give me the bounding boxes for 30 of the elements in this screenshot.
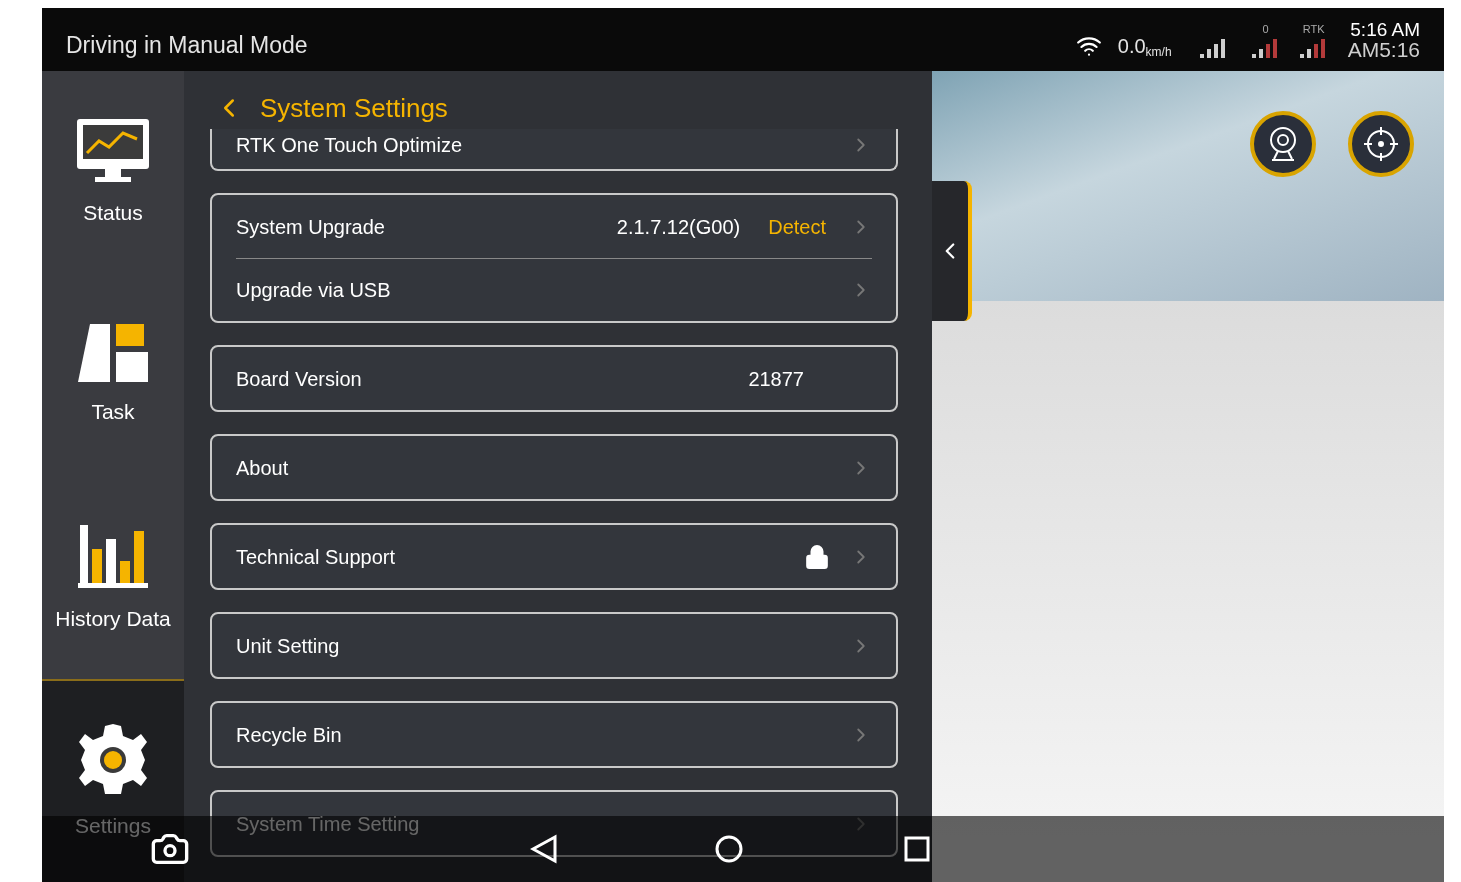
crosshair-icon <box>1362 125 1400 163</box>
sidebar-item[interactable]: History Data <box>42 476 184 680</box>
blocks-icon <box>76 322 150 385</box>
monitor-chart-icon <box>75 116 151 185</box>
recents-square-icon[interactable] <box>904 836 930 862</box>
home-circle-icon[interactable] <box>714 834 744 864</box>
settings-row[interactable]: Unit Setting <box>236 614 872 677</box>
settings-row[interactable]: Upgrade via USB <box>236 258 872 321</box>
clock-time: 5:16 AM <box>1350 19 1420 39</box>
mode-title: Driving in Manual Mode <box>66 31 308 61</box>
signal-bars-icon <box>1199 37 1228 58</box>
settings-row[interactable]: Technical Support <box>236 525 872 588</box>
back-triangle-icon[interactable] <box>530 834 558 864</box>
satellite-signal-icon <box>1251 37 1280 58</box>
speed-reading: 0.0 <box>1117 33 1146 59</box>
settings-row[interactable]: RTK One Touch Optimize <box>236 129 872 169</box>
clock-time: AM5:16 <box>1347 38 1420 60</box>
settings-row[interactable]: Recycle Bin <box>236 703 872 766</box>
panel-collapse-tab[interactable] <box>932 181 972 321</box>
settings-row[interactable]: System Upgrade 2.1.7.12(G00) Detect <box>236 195 872 258</box>
sidebar-item[interactable]: Task <box>42 273 184 477</box>
rtk-label: RTK <box>1302 22 1325 38</box>
speed-unit: km/h <box>1145 44 1172 61</box>
lock-icon <box>804 543 830 570</box>
rtk-signal-icon <box>1299 37 1328 58</box>
sidebar-item[interactable]: Status <box>42 71 184 274</box>
settings-row[interactable]: About <box>236 436 872 499</box>
page-title: System Settings <box>260 91 448 125</box>
settings-row[interactable]: Board Version 21877 <box>236 347 872 410</box>
satellite-count: 0 <box>1262 22 1269 38</box>
